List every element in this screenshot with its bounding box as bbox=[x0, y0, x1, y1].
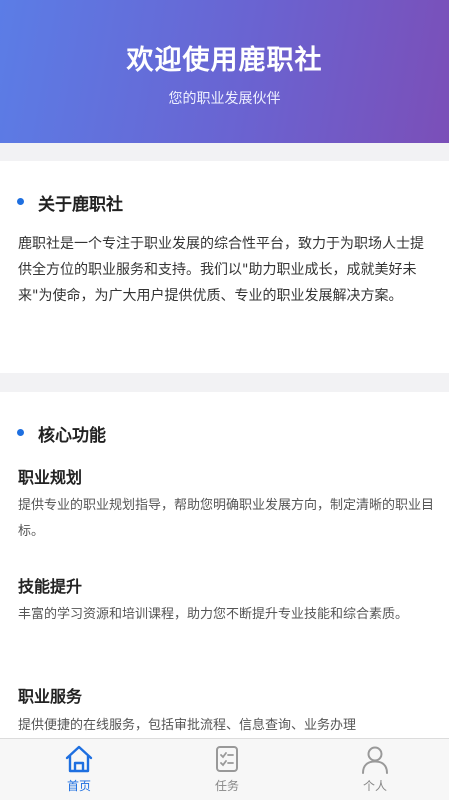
about-section-title: 关于鹿职社 bbox=[38, 195, 123, 215]
header-banner: 欢迎使用鹿职社 您的职业发展伙伴 bbox=[0, 0, 449, 143]
bottom-tab-bar: 首页 任务 个人 bbox=[0, 738, 449, 800]
tab-tasks[interactable]: 任务 bbox=[152, 739, 302, 800]
section-dot-icon bbox=[17, 429, 24, 436]
page-title: 欢迎使用鹿职社 bbox=[126, 45, 323, 76]
section-dot-icon bbox=[17, 198, 24, 205]
tab-tasks-label: 任务 bbox=[214, 779, 239, 793]
page-subtitle: 您的职业发展伙伴 bbox=[168, 91, 281, 107]
home-icon bbox=[65, 745, 93, 773]
tab-home-label: 首页 bbox=[66, 779, 91, 793]
feature-title-career-services: 职业服务 bbox=[18, 687, 83, 706]
feature-title-skill-improvement: 技能提升 bbox=[18, 577, 83, 596]
task-list-icon bbox=[216, 746, 238, 772]
about-description: 鹿职社是一个专注于职业发展的综合性平台，致力于为职场人士提供全方位的职业服务和支… bbox=[18, 236, 424, 304]
user-icon bbox=[362, 746, 388, 774]
features-section-title: 核心功能 bbox=[38, 426, 106, 446]
tab-profile-label: 个人 bbox=[362, 779, 387, 793]
about-section: 关于鹿职社 鹿职社是一个专注于职业发展的综合性平台，致力于为职场人士提供全方位的… bbox=[0, 161, 449, 373]
tab-profile[interactable]: 个人 bbox=[300, 739, 449, 800]
feature-desc-career-planning: 提供专业的职业规划指导，帮助您明确职业发展方向，制定清晰的职业目标。 bbox=[18, 498, 435, 539]
feature-title-career-planning: 职业规划 bbox=[18, 468, 83, 487]
feature-desc-skill-improvement: 丰富的学习资源和培训课程，助力您不断提升专业技能和综合素质。 bbox=[18, 607, 409, 622]
feature-desc-career-services: 提供便捷的在线服务，包括审批流程、信息查询、业务办理 bbox=[18, 718, 357, 733]
features-section: 核心功能 职业规划 提供专业的职业规划指导，帮助您明确职业发展方向，制定清晰的职… bbox=[0, 392, 449, 752]
tab-home[interactable]: 首页 bbox=[4, 739, 154, 800]
